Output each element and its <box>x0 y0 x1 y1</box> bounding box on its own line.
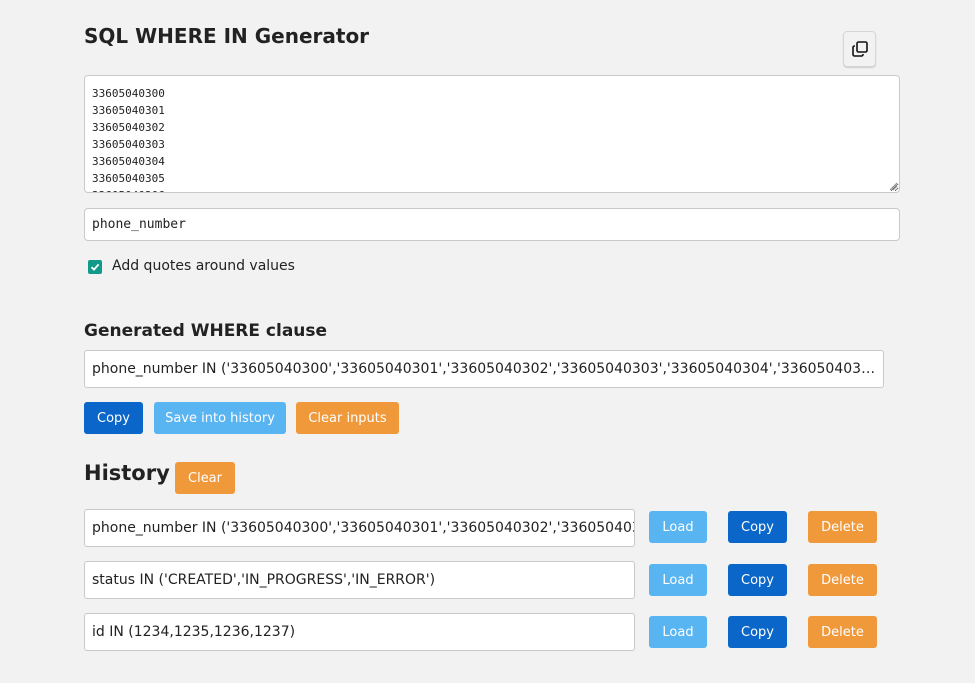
history-copy-button[interactable]: Copy <box>728 616 787 648</box>
history-delete-button[interactable]: Delete <box>808 564 877 596</box>
values-textarea[interactable]: 33605040300 33605040301 33605040302 3360… <box>84 75 900 193</box>
copy-icon <box>851 41 868 57</box>
history-load-button[interactable]: Load <box>649 564 707 596</box>
page-title: SQL WHERE IN Generator <box>84 24 370 48</box>
result-heading: Generated WHERE clause <box>84 321 328 341</box>
history-load-button[interactable]: Load <box>649 616 707 648</box>
clear-history-button[interactable]: Clear <box>175 462 235 494</box>
copy-clause-button[interactable]: Copy <box>84 402 143 434</box>
add-quotes-checkbox[interactable] <box>88 260 102 274</box>
checkmark-icon <box>90 263 100 271</box>
column-name-input[interactable]: phone_number <box>84 208 900 241</box>
history-item-clause[interactable]: phone_number IN ('33605040300','33605040… <box>84 509 635 547</box>
history-copy-button[interactable]: Copy <box>728 511 787 543</box>
history-copy-button[interactable]: Copy <box>728 564 787 596</box>
history-delete-button[interactable]: Delete <box>808 511 877 543</box>
copy-icon-button[interactable] <box>843 31 876 67</box>
add-quotes-label[interactable]: Add quotes around values <box>112 258 295 274</box>
history-delete-button[interactable]: Delete <box>808 616 877 648</box>
save-history-button[interactable]: Save into history <box>154 402 286 434</box>
history-item-clause[interactable]: status IN ('CREATED','IN_PROGRESS','IN_E… <box>84 561 635 599</box>
result-clause-field[interactable]: phone_number IN ('33605040300','33605040… <box>84 350 884 388</box>
resize-grip-icon[interactable] <box>888 181 898 191</box>
clear-inputs-button[interactable]: Clear inputs <box>296 402 399 434</box>
history-item-clause[interactable]: id IN (1234,1235,1236,1237) <box>84 613 635 651</box>
history-load-button[interactable]: Load <box>649 511 707 543</box>
history-heading: History <box>84 461 170 485</box>
